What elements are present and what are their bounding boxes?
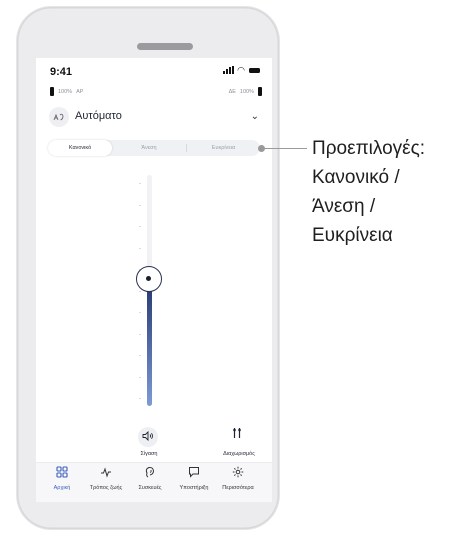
status-time: 9:41 — [50, 66, 73, 78]
preset-comfort[interactable]: Άνεση — [112, 140, 186, 156]
nav-support-label: Υποστήριξη — [179, 485, 209, 491]
chat-icon — [172, 466, 216, 482]
nav-devices[interactable]: Συσκευές — [128, 466, 172, 491]
slider-tick — [139, 183, 141, 184]
volume-slider-fill — [147, 278, 152, 406]
mute-button[interactable] — [138, 427, 158, 447]
nav-more-label: Περισσότερα — [222, 485, 254, 491]
nav-more[interactable]: Περισσότερα — [216, 466, 260, 491]
right-battery-icon — [258, 87, 262, 96]
hearing-aid-icon — [128, 466, 172, 482]
right-device-status: ΔΕ 100% — [229, 87, 262, 96]
volume-slider-handle[interactable] — [136, 265, 162, 292]
activity-icon — [84, 466, 128, 482]
left-battery-icon — [50, 87, 54, 96]
battery-icon — [249, 67, 260, 73]
app-screen: 9:41 ◠ 100% AP ΔΕ 100% Αυτόματο ⌄ Κανονι… — [36, 58, 272, 502]
slider-tick — [139, 333, 141, 335]
program-selector[interactable]: Αυτόματο ⌄ — [49, 107, 259, 129]
callout-line — [262, 148, 307, 149]
slider-tick — [139, 226, 141, 227]
mute-label: Σίγαση — [140, 451, 158, 457]
left-device-status: 100% AP — [50, 87, 83, 96]
nav-lifestyle[interactable]: Τρόπος ζωής — [84, 466, 128, 491]
nav-home-label: Αρχική — [53, 485, 71, 491]
status-icons: ◠ — [223, 65, 260, 75]
signal-icon — [223, 66, 235, 74]
wifi-icon: ◠ — [237, 65, 245, 75]
speaker-icon — [142, 430, 154, 443]
nav-devices-label: Συσκευές — [138, 485, 162, 491]
slider-tick — [139, 398, 141, 399]
customize-label: Διαχωρισμός — [223, 451, 255, 457]
chevron-down-icon[interactable]: ⌄ — [251, 111, 259, 122]
home-grid-icon — [40, 466, 84, 482]
right-battery-level: 100% — [239, 88, 254, 95]
slider-tick — [139, 355, 141, 356]
program-auto-icon — [49, 107, 69, 127]
left-battery-level: 100% — [58, 88, 73, 95]
customize-button[interactable] — [228, 427, 246, 445]
slider-tick — [139, 376, 141, 378]
preset-normal[interactable]: Κανονικό — [48, 140, 112, 156]
gear-icon — [216, 466, 260, 482]
bottom-navigation: Αρχική Τρόπος ζωής Συσκευές Υποστήριξη Π… — [36, 462, 272, 502]
left-side-label: AP — [76, 88, 84, 95]
preset-segmented-control: Κανονικό Άνεση Ευκρίνεια — [48, 140, 260, 156]
phone-speaker — [137, 43, 193, 50]
right-side-label: ΔΕ — [228, 88, 236, 95]
slider-tick — [139, 247, 141, 249]
sliders-icon — [231, 428, 243, 442]
nav-support[interactable]: Υποστήριξη — [172, 466, 216, 491]
slider-tick — [139, 312, 141, 313]
nav-lifestyle-label: Τρόπος ζωής — [89, 485, 123, 491]
callout-text: Προεπιλογές: Κανονικό / Άνεση / Ευκρίνει… — [312, 138, 426, 246]
slider-tick — [139, 290, 141, 292]
nav-home[interactable]: Αρχική — [40, 466, 84, 491]
preset-clarity[interactable]: Ευκρίνεια — [187, 140, 260, 156]
device-status-row: 100% AP ΔΕ 100% — [50, 87, 262, 97]
program-label: Αυτόματο — [75, 110, 122, 122]
slider-tick — [139, 204, 141, 206]
